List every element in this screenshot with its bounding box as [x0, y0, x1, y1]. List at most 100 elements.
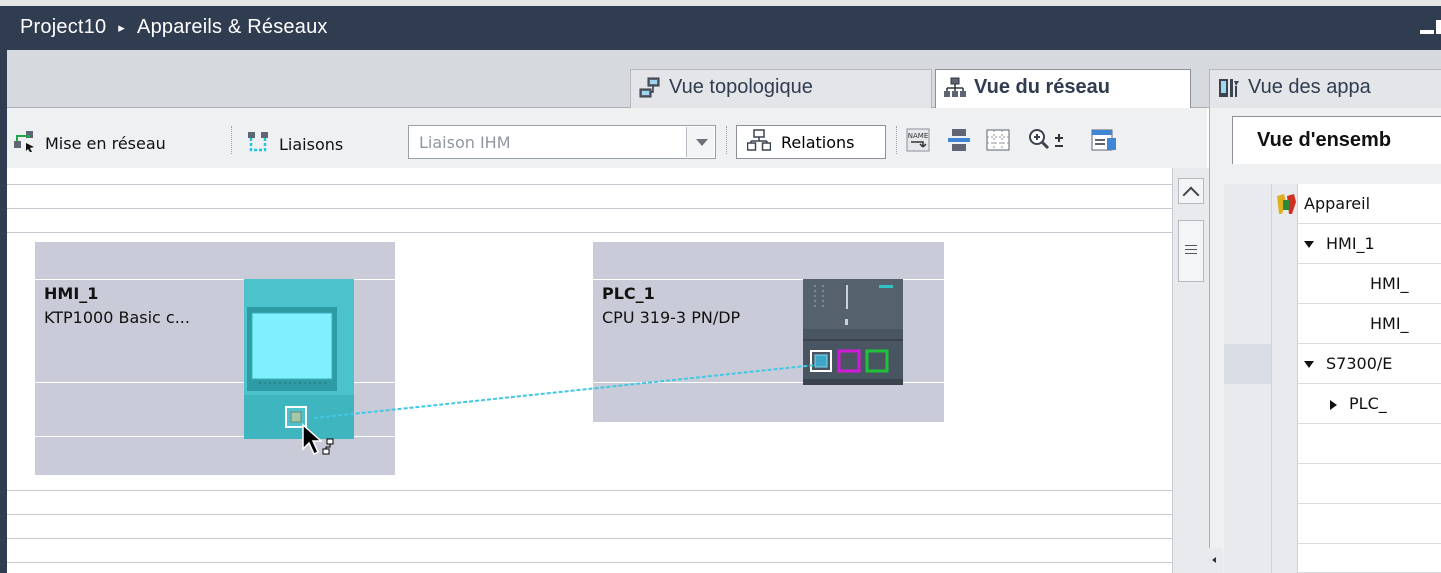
- relations-icon: [746, 129, 772, 155]
- row-header-cell: [1224, 224, 1272, 264]
- network-view-icon: [944, 77, 966, 99]
- name-tag-icon: NAME: [906, 128, 930, 152]
- connections-button[interactable]: Liaisons: [247, 130, 343, 158]
- row-icon-cell: [1272, 344, 1298, 384]
- row-icon-cell: [1272, 544, 1298, 573]
- breadcrumb-section: Appareils & Réseaux: [137, 16, 328, 39]
- connections-label: Liaisons: [279, 134, 344, 154]
- network-overview-icon: [948, 129, 970, 151]
- toolbar-separator: [896, 126, 898, 154]
- row-header-cell: [1224, 344, 1272, 384]
- breadcrumb-arrow-icon: ▸: [118, 19, 126, 35]
- zoom-in-icon: [1029, 129, 1063, 150]
- row-icon-cell: [1272, 304, 1298, 344]
- row-header-cell: [1224, 504, 1272, 544]
- table-row[interactable]: PLC_: [1224, 384, 1441, 424]
- maximize-button[interactable]: [1436, 20, 1441, 34]
- network-canvas[interactable]: HMI_1 KTP1000 Basic c... PLC_1 CPU 319-3…: [7, 168, 1172, 573]
- row-label: S7300/E: [1326, 354, 1393, 373]
- canvas-vertical-scrollbar[interactable]: [1172, 168, 1209, 573]
- name-icon-text: NAME: [908, 132, 929, 140]
- expand-right-icon[interactable]: [1330, 399, 1337, 410]
- table-row: [1224, 544, 1441, 573]
- table-row: [1224, 424, 1441, 464]
- window-left-border: [0, 50, 7, 573]
- grid-button[interactable]: [986, 128, 1010, 152]
- network-toolbar: Mise en réseau Liaisons Liaison IHM Rela…: [7, 108, 1207, 168]
- row-header-cell: [1224, 384, 1272, 424]
- breadcrumb-project[interactable]: Project10: [20, 16, 106, 38]
- network-overview-button[interactable]: [946, 128, 970, 152]
- tia-portal-window: Project10 ▸ Appareils & Réseaux Vue topolo…: [0, 0, 1441, 573]
- tab-device-label: Vue des appa: [1248, 76, 1371, 98]
- chevron-down-icon[interactable]: [686, 127, 714, 157]
- table-row[interactable]: HMI_: [1224, 264, 1441, 304]
- toolbar-separator: [726, 126, 728, 154]
- device-view-icon: [1218, 77, 1240, 99]
- breadcrumb: Project10 ▸ Appareils & Réseaux: [20, 16, 328, 39]
- row-icon-cell: [1272, 384, 1298, 424]
- relations-button[interactable]: Relations: [736, 125, 886, 159]
- tab-topology-label: Vue topologique: [669, 76, 813, 98]
- tab-device-view[interactable]: Vue des appa: [1209, 69, 1441, 108]
- header-icon-cell: [1272, 184, 1298, 224]
- connection-type-select[interactable]: Liaison IHM: [408, 125, 716, 159]
- connection-line: [313, 364, 816, 419]
- row-header-cell: [1224, 464, 1272, 504]
- row-icon-cell: [1272, 264, 1298, 304]
- networking-icon: [13, 130, 37, 156]
- row-header-cell: [1224, 544, 1272, 573]
- connection-type-value: Liaison IHM: [419, 133, 511, 152]
- expand-down-icon[interactable]: [1304, 241, 1314, 248]
- row-header-cell: [1224, 424, 1272, 464]
- minimize-button[interactable]: [1420, 30, 1434, 34]
- grip-line: [1185, 249, 1197, 250]
- row-label: HMI_: [1370, 274, 1409, 293]
- network-overview-panel: Vue d'ensemb Appareil HMI_1 HMI_ HMI_ S7…: [1209, 108, 1441, 573]
- relations-label: Relations: [781, 132, 855, 152]
- row-label: HMI_: [1370, 314, 1409, 333]
- panel-scroll-handle[interactable]: [1209, 548, 1223, 573]
- networking-label: Mise en réseau: [45, 133, 166, 153]
- table-row[interactable]: HMI_: [1224, 304, 1441, 344]
- mouse-cursor-icon: [302, 423, 334, 456]
- tab-network-label: Vue du réseau: [974, 76, 1110, 98]
- column-header-device[interactable]: Appareil: [1304, 194, 1370, 213]
- grip-line: [1185, 253, 1197, 254]
- title-bar: Project10 ▸ Appareils & Réseaux: [0, 0, 1441, 50]
- row-label: PLC_: [1349, 394, 1387, 413]
- toolbar-separator: [231, 126, 233, 154]
- properties-icon: [1091, 129, 1116, 151]
- tab-topology-view[interactable]: Vue topologique: [630, 69, 932, 108]
- grid-icon: [986, 129, 1010, 151]
- topology-view-icon: [639, 77, 661, 99]
- connections-icon: [247, 130, 271, 158]
- table-row: [1224, 504, 1441, 544]
- scroll-thumb[interactable]: [1178, 220, 1204, 282]
- grip-line: [1185, 245, 1197, 246]
- row-icon-cell: [1272, 464, 1298, 504]
- table-row[interactable]: S7300/E: [1224, 344, 1441, 384]
- device-tools-icon: [1277, 194, 1296, 214]
- overview-table: Appareil HMI_1 HMI_ HMI_ S7300/E PLC_: [1224, 184, 1441, 573]
- row-header-cell: [1224, 264, 1272, 304]
- tab-network-view[interactable]: Vue du réseau: [935, 69, 1191, 109]
- table-row: [1224, 464, 1441, 504]
- row-header-cell: [1224, 304, 1272, 344]
- tab-network-overview[interactable]: Vue d'ensemb: [1232, 116, 1441, 164]
- table-header-row: Appareil: [1224, 184, 1441, 224]
- view-tab-strip: Vue topologique Vue du réseau Vue des ap…: [7, 50, 1441, 109]
- scroll-up-button[interactable]: [1178, 178, 1204, 204]
- properties-button[interactable]: [1091, 128, 1116, 152]
- row-icon-cell: [1272, 424, 1298, 464]
- row-header-cell: [1224, 184, 1272, 224]
- expand-down-icon[interactable]: [1304, 361, 1314, 368]
- zoom-button[interactable]: [1028, 128, 1072, 152]
- networking-button[interactable]: Mise en réseau: [13, 130, 166, 156]
- show-names-button[interactable]: NAME: [906, 128, 930, 152]
- row-icon-cell: [1272, 504, 1298, 544]
- table-row[interactable]: HMI_1: [1224, 224, 1441, 264]
- row-label: HMI_1: [1326, 234, 1375, 253]
- row-icon-cell: [1272, 224, 1298, 264]
- scroll-left-icon: [1212, 557, 1216, 563]
